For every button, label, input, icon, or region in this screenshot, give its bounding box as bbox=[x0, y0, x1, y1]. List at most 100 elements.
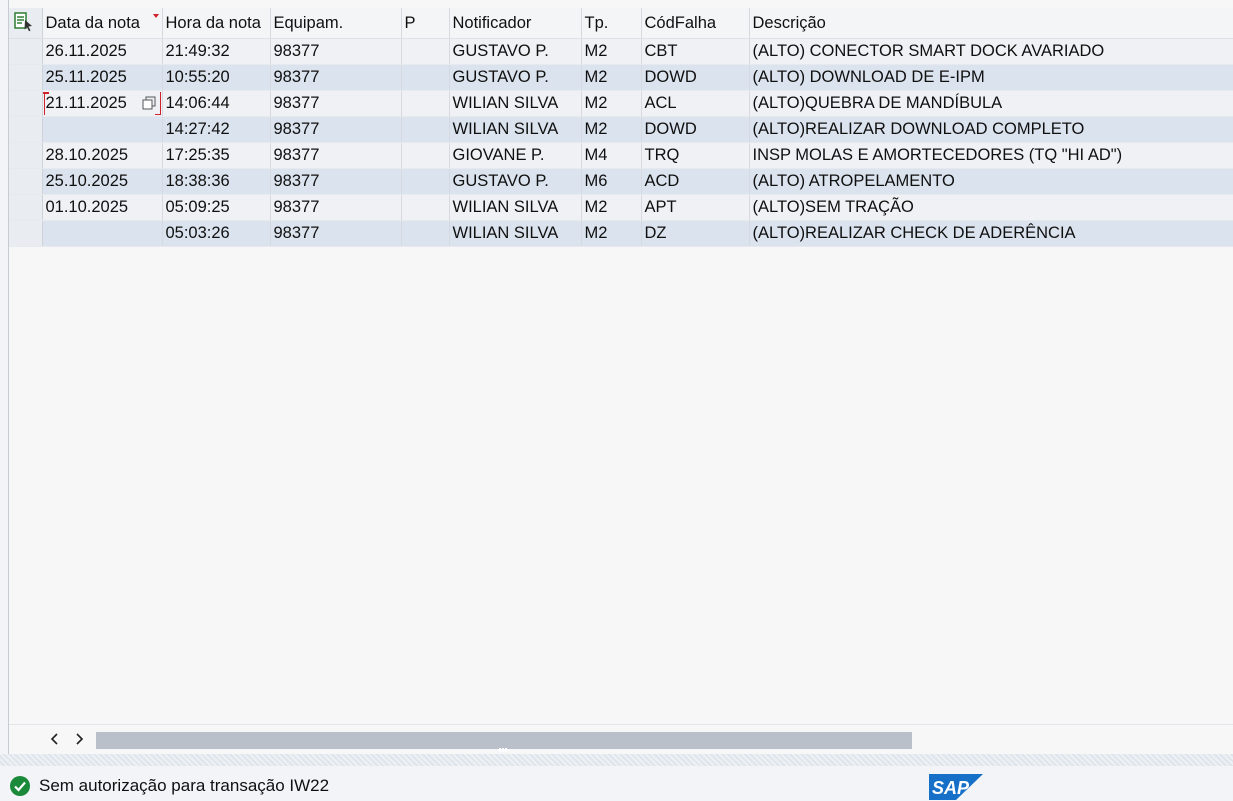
status-bar: Sem autorização para transação IW22 SAP bbox=[0, 766, 1233, 801]
table-row[interactable]: 01.10.2025 05:09:25 98377 WILIAN SILVA M… bbox=[9, 194, 1233, 221]
cell-tipo[interactable]: M2 bbox=[581, 38, 642, 65]
cell-codfalha[interactable]: CBT bbox=[641, 38, 750, 65]
cell-prioridade[interactable] bbox=[401, 38, 450, 65]
row-selector[interactable] bbox=[9, 142, 43, 169]
select-all-button[interactable] bbox=[9, 8, 43, 39]
cell-data-nota[interactable] bbox=[42, 220, 163, 247]
row-selector[interactable] bbox=[9, 64, 43, 91]
cell-hora-nota[interactable]: 21:49:32 bbox=[162, 38, 271, 65]
cell-notificador[interactable]: WILIAN SILVA bbox=[449, 194, 582, 221]
cell-equipamento[interactable]: 98377 bbox=[270, 168, 402, 195]
cell-data-nota-focused[interactable]: 21.11.2025 bbox=[42, 90, 163, 117]
table-row[interactable]: 14:27:42 98377 WILIAN SILVA M2 DOWD (ALT… bbox=[9, 116, 1233, 143]
cell-descricao[interactable]: (ALTO) DOWNLOAD DE E-IPM bbox=[749, 64, 1233, 91]
row-selector[interactable] bbox=[9, 116, 43, 143]
status-message[interactable]: Sem autorização para transação IW22 bbox=[39, 776, 329, 796]
scroll-right-icon[interactable] bbox=[71, 731, 87, 747]
cell-notificador[interactable]: GUSTAVO P. bbox=[449, 38, 582, 65]
cell-descricao[interactable]: (ALTO)REALIZAR DOWNLOAD COMPLETO bbox=[749, 116, 1233, 143]
cell-hora-nota[interactable]: 05:09:25 bbox=[162, 194, 271, 221]
cell-notificador[interactable]: WILIAN SILVA bbox=[449, 116, 582, 143]
cell-descricao[interactable]: (ALTO)SEM TRAÇÃO bbox=[749, 194, 1233, 221]
cell-codfalha[interactable]: DOWD bbox=[641, 64, 750, 91]
cell-notificador[interactable]: GUSTAVO P. bbox=[449, 64, 582, 91]
notifications-grid: Data da nota Hora da nota Equipam. P Not… bbox=[9, 8, 1233, 247]
scrollbar-thumb[interactable] bbox=[96, 732, 912, 752]
svg-text:SAP: SAP bbox=[932, 778, 970, 798]
column-header-tipo[interactable]: Tp. bbox=[581, 8, 642, 39]
column-header-descricao[interactable]: Descrição bbox=[749, 8, 1233, 39]
cell-prioridade[interactable] bbox=[401, 220, 450, 247]
table-row[interactable]: 25.11.2025 10:55:20 98377 GUSTAVO P. M2 … bbox=[9, 64, 1233, 91]
row-selector[interactable] bbox=[9, 90, 43, 117]
cell-hora-nota[interactable]: 14:06:44 bbox=[162, 90, 271, 117]
row-selector[interactable] bbox=[9, 194, 43, 221]
cell-hora-nota[interactable]: 10:55:20 bbox=[162, 64, 271, 91]
cell-tipo[interactable]: M2 bbox=[581, 64, 642, 91]
row-selector[interactable] bbox=[9, 168, 43, 195]
cell-data-nota[interactable]: 28.10.2025 bbox=[42, 142, 163, 169]
cell-equipamento[interactable]: 98377 bbox=[270, 116, 402, 143]
cell-tipo[interactable]: M2 bbox=[581, 220, 642, 247]
cell-prioridade[interactable] bbox=[401, 116, 450, 143]
cell-codfalha[interactable]: ACL bbox=[641, 90, 750, 117]
cell-codfalha[interactable]: TRQ bbox=[641, 142, 750, 169]
row-selector[interactable] bbox=[9, 38, 43, 65]
scroll-left-icon[interactable] bbox=[47, 731, 63, 747]
column-header-codfalha[interactable]: CódFalha bbox=[641, 8, 750, 39]
cell-tipo[interactable]: M2 bbox=[581, 116, 642, 143]
cell-hora-nota[interactable]: 18:38:36 bbox=[162, 168, 271, 195]
cell-prioridade[interactable] bbox=[401, 142, 450, 169]
cell-hora-nota[interactable]: 05:03:26 bbox=[162, 220, 271, 247]
table-row[interactable]: 21.11.2025 14:06:44 98377 WILIAN SILVA M… bbox=[9, 90, 1233, 117]
cell-tipo[interactable]: M4 bbox=[581, 142, 642, 169]
cell-notificador[interactable]: GUSTAVO P. bbox=[449, 168, 582, 195]
cell-codfalha[interactable]: APT bbox=[641, 194, 750, 221]
cell-data-nota[interactable] bbox=[42, 116, 163, 143]
cell-equipamento[interactable]: 98377 bbox=[270, 220, 402, 247]
cell-data-nota[interactable]: 25.11.2025 bbox=[42, 64, 163, 91]
cell-descricao[interactable]: (ALTO)REALIZAR CHECK DE ADERÊNCIA bbox=[749, 220, 1233, 247]
cell-prioridade[interactable] bbox=[401, 90, 450, 117]
table-row[interactable]: 05:03:26 98377 WILIAN SILVA M2 DZ (ALTO)… bbox=[9, 220, 1233, 247]
column-header-equipamento[interactable]: Equipam. bbox=[270, 8, 402, 39]
cell-codfalha[interactable]: ACD bbox=[641, 168, 750, 195]
cell-codfalha[interactable]: DZ bbox=[641, 220, 750, 247]
cell-tipo[interactable]: M6 bbox=[581, 168, 642, 195]
cell-prioridade[interactable] bbox=[401, 168, 450, 195]
horizontal-scrollbar[interactable] bbox=[9, 724, 1233, 755]
cell-codfalha[interactable]: DOWD bbox=[641, 116, 750, 143]
cell-descricao[interactable]: INSP MOLAS E AMORTECEDORES (TQ "HI AD") bbox=[749, 142, 1233, 169]
cell-descricao[interactable]: (ALTO)QUEBRA DE MANDÍBULA bbox=[749, 90, 1233, 117]
cell-equipamento[interactable]: 98377 bbox=[270, 194, 402, 221]
cell-descricao[interactable]: (ALTO) CONECTOR SMART DOCK AVARIADO bbox=[749, 38, 1233, 65]
table-row[interactable]: 28.10.2025 17:25:35 98377 GIOVANE P. M4 … bbox=[9, 142, 1233, 169]
cell-notificador[interactable]: WILIAN SILVA bbox=[449, 90, 582, 117]
cell-equipamento[interactable]: 98377 bbox=[270, 38, 402, 65]
column-header-hora-nota[interactable]: Hora da nota bbox=[162, 8, 271, 39]
select-layout-icon bbox=[14, 12, 32, 32]
cell-tipo[interactable]: M2 bbox=[581, 90, 642, 117]
column-header-data-nota[interactable]: Data da nota bbox=[42, 8, 163, 39]
cell-hora-nota[interactable]: 14:27:42 bbox=[162, 116, 271, 143]
copy-icon[interactable] bbox=[142, 96, 156, 110]
cell-equipamento[interactable]: 98377 bbox=[270, 142, 402, 169]
cell-equipamento[interactable]: 98377 bbox=[270, 90, 402, 117]
table-row[interactable]: 25.10.2025 18:38:36 98377 GUSTAVO P. M6 … bbox=[9, 168, 1233, 195]
cell-descricao[interactable]: (ALTO) ATROPELAMENTO bbox=[749, 168, 1233, 195]
column-header-prioridade[interactable]: P bbox=[401, 8, 450, 39]
cell-data-nota[interactable]: 25.10.2025 bbox=[42, 168, 163, 195]
cell-tipo[interactable]: M2 bbox=[581, 194, 642, 221]
cell-data-nota[interactable]: 01.10.2025 bbox=[42, 194, 163, 221]
column-header-notificador[interactable]: Notificador bbox=[449, 8, 582, 39]
table-row[interactable]: 26.11.2025 21:49:32 98377 GUSTAVO P. M2 … bbox=[9, 38, 1233, 65]
cell-notificador[interactable]: WILIAN SILVA bbox=[449, 220, 582, 247]
cell-equipamento[interactable]: 98377 bbox=[270, 64, 402, 91]
cell-prioridade[interactable] bbox=[401, 194, 450, 221]
row-selector[interactable] bbox=[9, 220, 43, 247]
cell-hora-nota[interactable]: 17:25:35 bbox=[162, 142, 271, 169]
cell-prioridade[interactable] bbox=[401, 64, 450, 91]
scrollbar-grip-icon bbox=[499, 738, 509, 752]
cell-data-nota[interactable]: 26.11.2025 bbox=[42, 38, 163, 65]
cell-notificador[interactable]: GIOVANE P. bbox=[449, 142, 582, 169]
